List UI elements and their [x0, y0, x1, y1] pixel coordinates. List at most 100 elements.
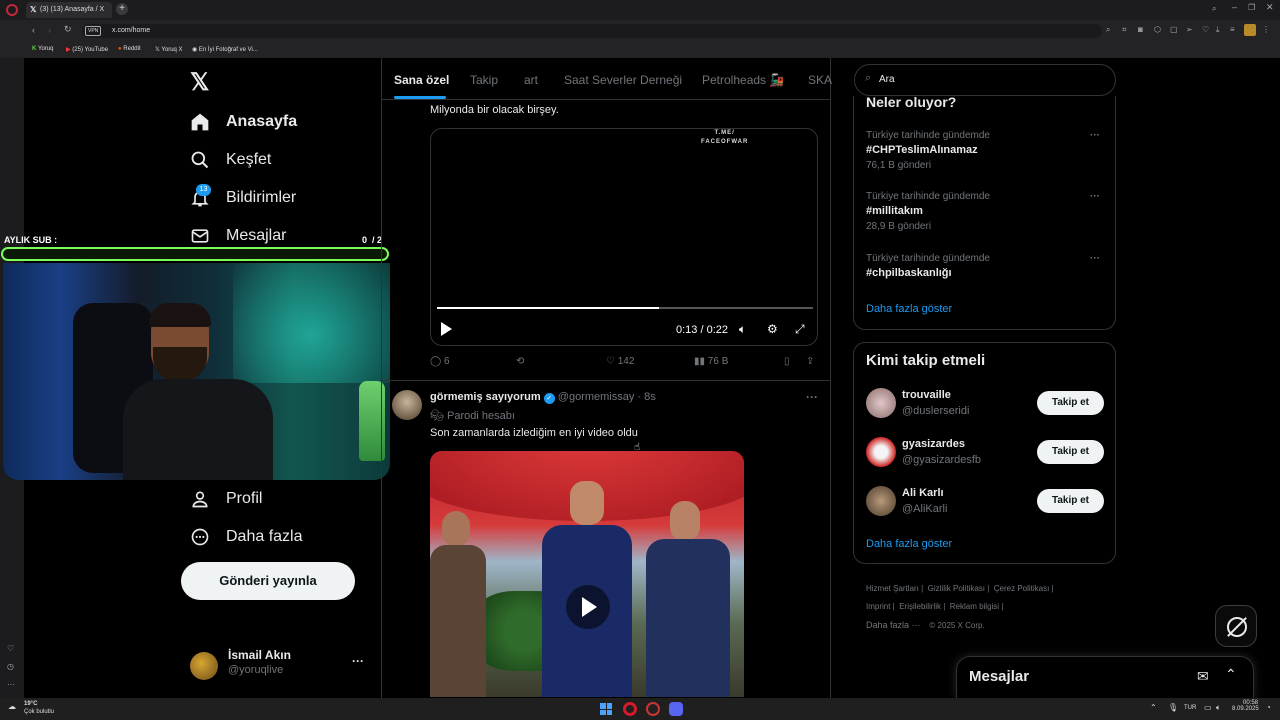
nav-profile[interactable]: Profil: [190, 484, 262, 514]
footer-link[interactable]: Hizmet Şartları: [866, 584, 919, 593]
maximize-icon[interactable]: ❐: [1248, 3, 1255, 12]
tweet-video[interactable]: [430, 451, 744, 697]
forward-icon[interactable]: ›: [48, 25, 51, 35]
footer-link[interactable]: Imprint: [866, 602, 890, 611]
windows-start-icon[interactable]: [600, 703, 612, 715]
expand-up-icon[interactable]: ⌃: [1225, 666, 1237, 683]
tab-saat-severler[interactable]: Saat Severler Derneği: [564, 73, 682, 87]
views-action[interactable]: ▮▮ 76 B: [694, 356, 728, 367]
more-sidebar-icon[interactable]: ···: [7, 680, 15, 689]
close-window-icon[interactable]: ✕: [1266, 2, 1274, 13]
follow-button[interactable]: Takip et: [1037, 440, 1104, 464]
reload-icon[interactable]: ↻: [64, 24, 72, 35]
avatar[interactable]: [866, 486, 896, 516]
tray-chevron-icon[interactable]: ⌃: [1150, 703, 1157, 712]
trends-show-more[interactable]: Daha fazla göster: [866, 303, 952, 315]
vpn-badge[interactable]: VPN: [85, 26, 102, 36]
bookmark-item[interactable]: K Yoruq: [32, 46, 53, 52]
settings-icon[interactable]: ⚙: [767, 322, 778, 336]
follow-user-name[interactable]: gyasizardes: [902, 438, 965, 450]
footer-link[interactable]: Reklam bilgisi: [950, 602, 999, 611]
tweet-more-icon[interactable]: ···: [806, 390, 818, 404]
history-sidebar-icon[interactable]: ◷: [7, 662, 14, 671]
bookmark-item[interactable]: ◉ En İyi Fotoğraf ve Vi...: [192, 46, 258, 53]
account-switcher[interactable]: İsmail Akın @yoruqlive ···: [186, 644, 376, 684]
language-indicator[interactable]: TUR: [1184, 705, 1196, 711]
download-icon[interactable]: ⤓: [1216, 25, 1220, 35]
nav-more[interactable]: Daha fazla: [190, 522, 303, 552]
new-tab-icon[interactable]: +: [116, 3, 128, 15]
snapshot-icon[interactable]: ⌗: [1122, 25, 1127, 35]
trend-item[interactable]: Türkiye tarihinde gündemde #millitakım 2…: [866, 191, 1106, 241]
app-taskbar-icon[interactable]: [646, 702, 660, 716]
search-tabs-icon[interactable]: ⌕: [1212, 4, 1216, 14]
search-input[interactable]: ⌕ Ara: [854, 64, 1116, 96]
follow-button[interactable]: Takip et: [1037, 489, 1104, 513]
menu-icon[interactable]: ≡: [1230, 25, 1235, 34]
video-progress-track[interactable]: [437, 307, 813, 309]
bookmark-item[interactable]: ● Reddit: [118, 46, 141, 52]
volume-icon[interactable]: 🔈︎: [739, 322, 746, 337]
avatar[interactable]: [866, 388, 896, 418]
speaker-icon[interactable]: 🔈︎: [1216, 703, 1221, 713]
tab-following[interactable]: Takip: [470, 73, 498, 87]
minimize-icon[interactable]: –: [1232, 2, 1237, 12]
new-message-icon[interactable]: ✉: [1197, 668, 1209, 685]
bookmark-item[interactable]: 𝕏 Yoruq X: [155, 46, 183, 53]
follow-user-name[interactable]: trouvaille: [902, 389, 951, 401]
tab-for-you[interactable]: Sana özel: [394, 73, 449, 87]
fullscreen-icon[interactable]: ⤢: [795, 322, 805, 337]
opera-logo-icon[interactable]: [6, 4, 18, 16]
trend-item[interactable]: Türkiye tarihinde gündemde #CHPTeslimAlı…: [866, 130, 1106, 180]
trend-more-icon[interactable]: ···: [1090, 191, 1100, 202]
browser-tab[interactable]: 𝕏 (3) (13) Anasayfa / X: [26, 2, 112, 18]
nav-explore[interactable]: Keşfet: [190, 145, 271, 175]
avatar[interactable]: [866, 437, 896, 467]
footer-link[interactable]: Erişilebilirlik: [899, 602, 941, 611]
trend-more-icon[interactable]: ···: [1090, 253, 1100, 264]
favorites-icon[interactable]: ♡: [1202, 25, 1209, 34]
trend-item[interactable]: Türkiye tarihinde gündemde #chpilbaskanl…: [866, 253, 1106, 283]
follow-user-name[interactable]: Ali Karlı: [902, 487, 944, 499]
follow-user-handle[interactable]: @AliKarli: [902, 503, 947, 515]
discord-taskbar-icon[interactable]: [669, 702, 683, 716]
tab-petrolheads[interactable]: Petrolheads 🚂: [702, 73, 784, 87]
browser-menu-icon[interactable]: ⋮: [1262, 25, 1270, 34]
follow-show-more[interactable]: Daha fazla göster: [866, 538, 952, 550]
url-field[interactable]: VPN x.com/home: [82, 24, 1102, 38]
footer-link[interactable]: Gizlilik Politikası: [928, 584, 985, 593]
weather-widget[interactable]: ☁ 19°C Çok bulutlu: [8, 701, 88, 717]
retweet-icon[interactable]: ⟲: [516, 356, 524, 367]
notification-center-icon[interactable]: ◔: [1266, 703, 1271, 712]
tweet-author-handle[interactable]: @gormemissay: [558, 391, 635, 403]
back-icon[interactable]: ‹: [32, 25, 35, 35]
send-icon[interactable]: ➢: [1186, 25, 1193, 34]
play-button[interactable]: [566, 585, 610, 629]
messages-drawer[interactable]: Mesajlar ✉ ⌃: [956, 656, 1254, 698]
tweet-author-name[interactable]: görmemiş sayıyorum: [430, 391, 541, 403]
tab-art[interactable]: art: [524, 73, 538, 87]
play-icon[interactable]: [441, 322, 452, 336]
tweet-time[interactable]: · 8s: [637, 391, 655, 403]
avatar[interactable]: [392, 390, 422, 420]
follow-user-handle[interactable]: @duslerseridi: [902, 405, 969, 417]
trend-more-icon[interactable]: ···: [1090, 130, 1100, 141]
search-icon[interactable]: ⌕: [1106, 25, 1110, 35]
wallet-icon[interactable]: ▢: [1170, 25, 1178, 34]
share-icon[interactable]: ⇪: [806, 356, 814, 367]
heart-sidebar-icon[interactable]: ♡: [7, 644, 14, 653]
reply-action[interactable]: ◯ 6: [430, 356, 450, 367]
bookmark-icon[interactable]: ▯: [784, 356, 790, 367]
post-button[interactable]: Gönderi yayınla: [181, 562, 355, 600]
tab-ska[interactable]: SKA: [808, 73, 832, 87]
grok-button[interactable]: [1215, 605, 1257, 647]
profile-avatar-icon[interactable]: [1244, 24, 1256, 36]
footer-link[interactable]: Çerez Politikası: [994, 584, 1050, 593]
monitor-icon[interactable]: ▭: [1204, 703, 1212, 712]
x-logo-icon[interactable]: 𝕏: [190, 68, 209, 97]
nav-home[interactable]: Anasayfa: [190, 107, 297, 137]
opera-taskbar-icon[interactable]: [623, 702, 637, 716]
camera-icon[interactable]: ◙: [1138, 25, 1143, 34]
like-action[interactable]: ♡ 142: [606, 356, 634, 367]
tweet-video[interactable]: T.ME/ FACEOFWAR 0:13 / 0:22 🔈︎ ⚙ ⤢: [430, 128, 818, 346]
